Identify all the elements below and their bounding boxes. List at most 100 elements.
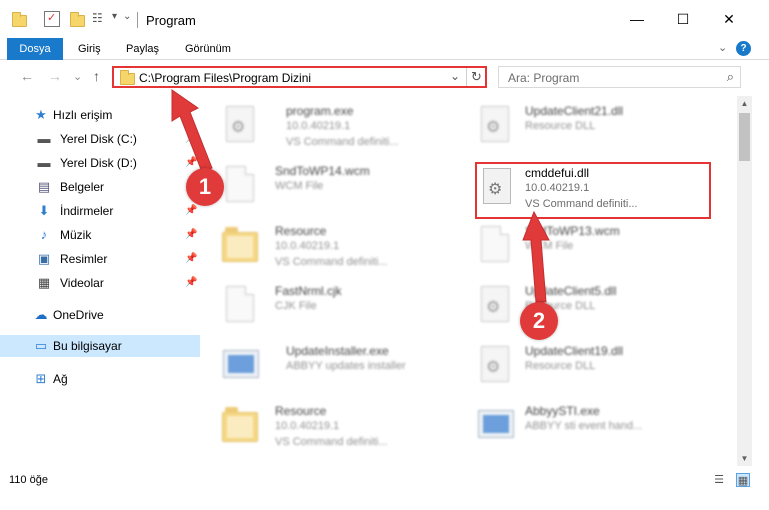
properties-icon[interactable]: ✓ xyxy=(44,11,60,27)
file-name: SndToWP13.wcm xyxy=(525,224,620,238)
file-detail: VS Command definiti... xyxy=(275,436,388,448)
file-item[interactable]: Resource 10.0.40219.1 VS Command definit… xyxy=(220,400,460,460)
music-icon: ♪ xyxy=(40,227,48,242)
pin-icon[interactable]: 📌 xyxy=(185,277,197,288)
sidebar-item-downloads[interactable]: ⬇ İndirmeler 📌 xyxy=(0,200,200,222)
document-file-icon xyxy=(220,166,260,214)
title-separator xyxy=(137,12,138,28)
pictures-icon: ▣ xyxy=(37,251,51,266)
file-name: UpdateClient21.dll xyxy=(525,104,624,118)
file-item[interactable]: SndToWP13.wcm WCM File xyxy=(475,220,715,280)
sidebar-item-onedrive[interactable]: ☁ OneDrive xyxy=(0,304,200,326)
file-name: Resource xyxy=(275,224,327,238)
highlight-box xyxy=(475,162,711,219)
file-item[interactable]: ⚙ UpdateClient19.dll Resource DLL xyxy=(475,340,715,400)
file-item[interactable]: AbbyySTI.exe ABBYY sti event hand... xyxy=(475,400,715,460)
sidebar-item-label: İndirmeler xyxy=(60,204,114,218)
exe-file-icon: ⚙ xyxy=(220,106,260,154)
recent-locations-button[interactable]: ⌄ xyxy=(73,70,82,83)
tab-file[interactable]: Dosya xyxy=(7,38,63,60)
documents-icon: ▤ xyxy=(37,179,51,194)
sidebar-item-videos[interactable]: ▦ Videolar 📌 xyxy=(0,272,200,294)
scroll-up-icon[interactable]: ▲ xyxy=(737,96,752,111)
search-input[interactable]: Ara: Program ⌕ xyxy=(498,66,741,88)
address-bar[interactable]: C:\Program Files\Program Dizini ⌄ ↻ xyxy=(112,66,487,88)
scroll-thumb[interactable] xyxy=(739,113,750,161)
file-item[interactable]: FastNrml.cjk CJK File xyxy=(220,280,460,340)
file-name: AbbyySTI.exe xyxy=(525,404,600,418)
help-icon[interactable]: ? xyxy=(736,41,751,56)
vertical-scrollbar[interactable]: ▲ ▼ xyxy=(737,96,752,466)
item-count: 110 öğe xyxy=(9,474,48,486)
file-detail: 10.0.40219.1 xyxy=(286,120,351,132)
file-detail: WCM File xyxy=(275,180,324,192)
scroll-down-icon[interactable]: ▼ xyxy=(737,451,752,466)
file-name: UpdateInstaller.exe xyxy=(286,344,389,358)
sidebar-item-label: Belgeler xyxy=(60,180,105,194)
file-name: program.exe xyxy=(286,104,354,118)
sidebar-item-label: Yerel Disk (C:) xyxy=(60,132,137,146)
file-name: SndToWP14.wcm xyxy=(275,164,370,178)
dll-file-icon: ⚙ xyxy=(475,286,515,334)
file-item[interactable]: SndToWP14.wcm WCM File xyxy=(220,160,460,220)
search-placeholder: Ara: Program xyxy=(508,71,580,85)
sidebar-item-label: Resimler xyxy=(60,252,108,266)
back-button[interactable]: ← xyxy=(20,68,34,84)
forward-button[interactable]: → xyxy=(48,68,62,84)
cloud-icon: ☁ xyxy=(34,307,48,322)
refresh-icon[interactable]: ↻ xyxy=(471,69,482,85)
folder-icon xyxy=(220,226,260,274)
sidebar-item-network[interactable]: ⊞ Ağ xyxy=(0,368,200,390)
window-title: Program xyxy=(146,13,196,28)
pin-icon[interactable]: 📌 xyxy=(185,205,197,216)
drive-icon: ▬ xyxy=(37,155,51,170)
window-bottom-edge xyxy=(0,496,769,510)
file-item[interactable]: ⚙ UpdateClient21.dll Resource DLL xyxy=(475,100,715,160)
details-view-icon[interactable]: ☰ xyxy=(712,473,726,487)
step-badge-2: 2 xyxy=(520,302,558,340)
file-detail: CJK File xyxy=(275,300,317,312)
pin-icon[interactable]: 📌 xyxy=(185,157,197,168)
file-name: FastNrml.cjk xyxy=(275,284,342,298)
document-file-icon xyxy=(475,226,515,274)
expand-ribbon-icon[interactable]: ⌄ xyxy=(718,41,727,54)
videos-icon: ▦ xyxy=(37,275,51,290)
file-item[interactable]: ⚙ UpdateClient5.dll Resource DLL xyxy=(475,280,715,340)
sidebar-item-label: Müzik xyxy=(60,228,92,242)
minimize-button[interactable]: — xyxy=(614,0,660,38)
address-dropdown-icon[interactable]: ⌄ xyxy=(450,69,460,83)
sidebar-item-local-disk-c[interactable]: ▬ Yerel Disk (C:) 📌 xyxy=(0,128,200,150)
tab-share[interactable]: Paylaş xyxy=(126,38,159,60)
sidebar-item-documents[interactable]: ▤ Belgeler 📌 xyxy=(0,176,200,198)
dll-file-icon: ⚙ xyxy=(475,346,515,394)
sidebar-item-label: Videolar xyxy=(60,276,104,290)
tab-home[interactable]: Giriş xyxy=(78,38,101,60)
file-item[interactable]: ⚙ program.exe 10.0.40219.1 VS Command de… xyxy=(220,100,460,160)
sidebar-item-quick-access[interactable]: ★ Hızlı erişim xyxy=(0,104,200,126)
sidebar-item-local-disk-d[interactable]: ▬ Yerel Disk (D:) 📌 xyxy=(0,152,200,174)
exe-file-icon xyxy=(220,346,260,394)
maximize-button[interactable]: ☐ xyxy=(660,0,706,38)
sidebar-item-music[interactable]: ♪ Müzik 📌 xyxy=(0,224,200,246)
tiles-view-icon[interactable]: ▦ xyxy=(736,473,750,487)
file-item[interactable]: Resource 10.0.40219.1 VS Command definit… xyxy=(220,220,460,280)
folder-icon xyxy=(12,12,27,27)
new-folder-icon[interactable] xyxy=(70,12,85,27)
pin-icon[interactable]: 📌 xyxy=(185,253,197,264)
ribbon-tabs: Dosya Giriş Paylaş Görünüm ⌄ ? xyxy=(0,38,769,60)
sidebar-item-pictures[interactable]: ▣ Resimler 📌 xyxy=(0,248,200,270)
search-icon[interactable]: ⌕ xyxy=(727,69,734,85)
exe-file-icon xyxy=(475,406,515,454)
up-button[interactable]: ↑ xyxy=(93,68,100,84)
file-detail: WCM File xyxy=(525,240,574,252)
tab-view[interactable]: Görünüm xyxy=(185,38,231,60)
pin-icon[interactable]: 📌 xyxy=(185,133,197,144)
pin-icon[interactable]: 📌 xyxy=(185,229,197,240)
file-item[interactable]: UpdateInstaller.exe ABBYY updates instal… xyxy=(220,340,460,400)
view-options-icon[interactable]: ☷ xyxy=(92,11,108,27)
file-name: UpdateClient5.dll xyxy=(525,284,617,298)
sidebar-item-this-pc[interactable]: ▭ Bu bilgisayar xyxy=(0,335,200,357)
download-icon: ⬇ xyxy=(38,203,50,218)
address-path[interactable]: C:\Program Files\Program Dizini xyxy=(139,71,311,85)
close-button[interactable]: ✕ xyxy=(706,0,752,38)
